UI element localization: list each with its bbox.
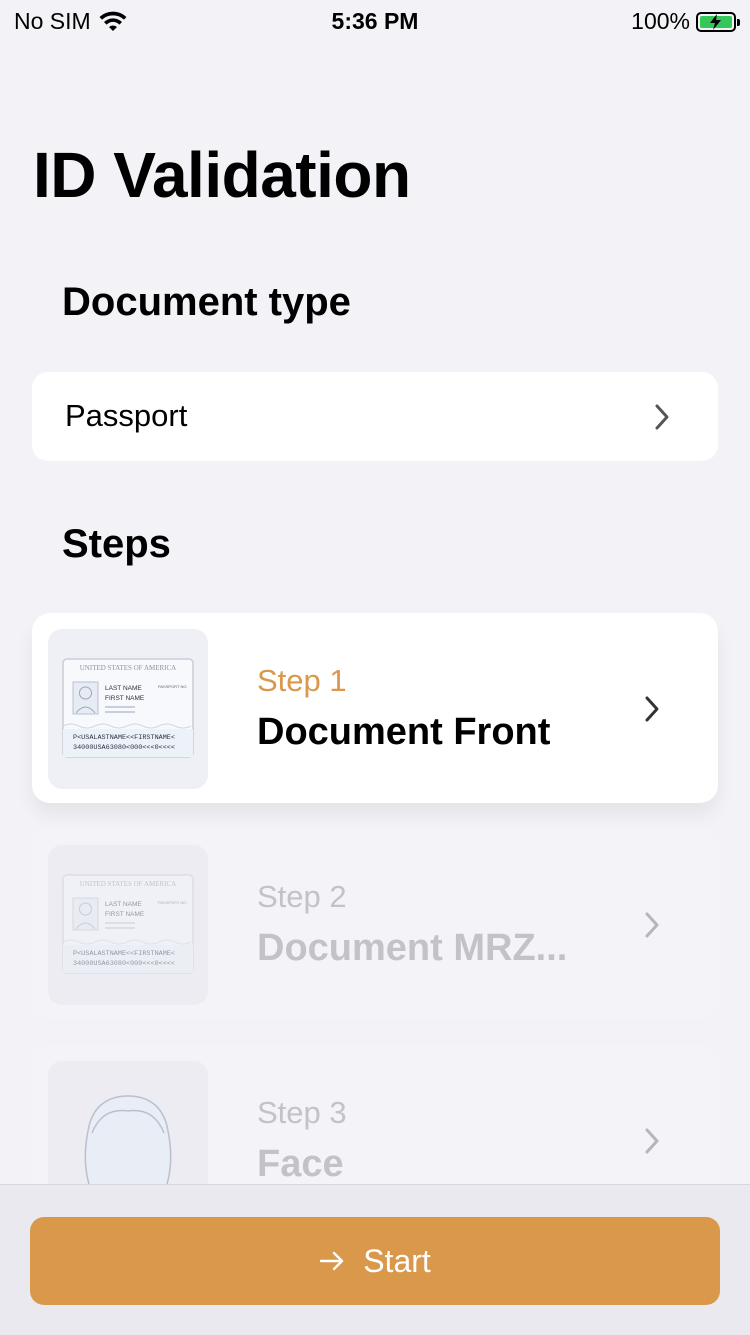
- step-number: Step 1: [257, 663, 347, 698]
- step-name: Document Front: [257, 711, 551, 753]
- step-card-document-front[interactable]: UNITED STATES OF AMERICA LAST NAME FIRST…: [32, 613, 718, 803]
- start-button-label: Start: [363, 1242, 431, 1279]
- document-type-value: Passport: [65, 398, 188, 433]
- step-number: Step 2: [257, 879, 347, 914]
- chevron-right-icon: [645, 912, 659, 938]
- start-button[interactable]: Start: [30, 1217, 720, 1305]
- card-country: UNITED STATES OF AMERICA: [80, 664, 176, 672]
- card-passport-no: PASSPORT NO: [158, 684, 186, 689]
- steps-list: UNITED STATES OF AMERICA LAST NAME FIRST…: [0, 600, 750, 1184]
- step-card-face[interactable]: Step 3 Face: [32, 1045, 718, 1184]
- step-name: Face: [257, 1143, 344, 1184]
- card-country: UNITED STATES OF AMERICA: [80, 880, 176, 888]
- card-mrz-line-1: P<USALASTNAME<<FIRSTNAME<: [73, 950, 175, 958]
- card-passport-no: PASSPORT NO: [158, 900, 186, 905]
- passport-card-icon: UNITED STATES OF AMERICA LAST NAME FIRST…: [48, 629, 208, 789]
- document-type-heading: Document type: [62, 280, 351, 324]
- page-title: ID Validation: [33, 139, 411, 211]
- card-mrz-line-2: 34000USA63080<000<<<0<<<<: [73, 960, 175, 968]
- arrow-right-icon: [320, 1251, 344, 1271]
- card-mrz-line-1: P<USALASTNAME<<FIRSTNAME<: [73, 734, 175, 742]
- step-card-document-mrz[interactable]: UNITED STATES OF AMERICA LAST NAME FIRST…: [32, 829, 718, 1019]
- document-type-selector[interactable]: Passport: [32, 372, 718, 461]
- card-mrz-line-2: 34000USA63080<000<<<0<<<<: [73, 744, 175, 752]
- chevron-right-icon: [645, 696, 659, 722]
- passport-card-icon: UNITED STATES OF AMERICA LAST NAME FIRST…: [48, 845, 208, 1005]
- status-right: 100%: [631, 8, 740, 35]
- step-number: Step 3: [257, 1095, 347, 1130]
- chevron-right-icon: [645, 1128, 659, 1154]
- battery-percent: 100%: [631, 8, 690, 34]
- status-bar: No SIM 5:36 PM 100%: [0, 0, 750, 40]
- step-name: Document MRZ...: [257, 927, 568, 969]
- card-first-name: FIRST NAME: [105, 911, 145, 918]
- charging-bolt-icon: [710, 13, 721, 30]
- bottom-bar: Start: [0, 1184, 750, 1335]
- card-first-name: FIRST NAME: [105, 695, 145, 702]
- chevron-right-icon: [655, 404, 669, 430]
- battery-icon: [696, 11, 740, 32]
- card-last-name: LAST NAME: [105, 901, 142, 908]
- steps-heading: Steps: [62, 522, 171, 566]
- card-last-name: LAST NAME: [105, 685, 142, 692]
- face-outline-icon: [48, 1061, 208, 1184]
